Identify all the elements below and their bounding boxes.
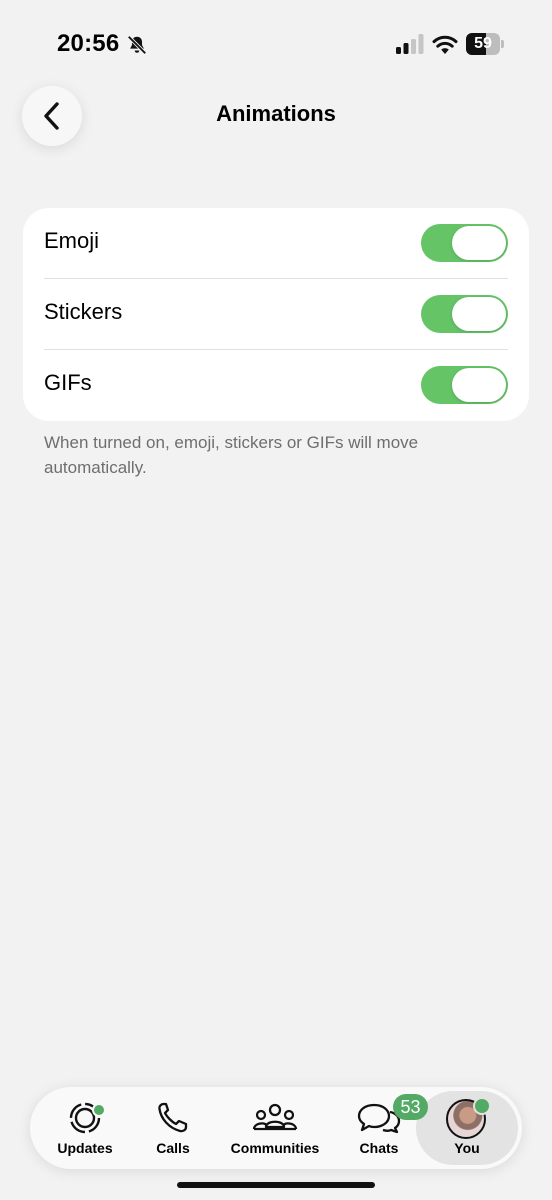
tab-label-communities: Communities [230,1140,320,1156]
gifs-toggle[interactable] [421,366,508,404]
page-title: Animations [216,101,336,126]
avatar-status-dot [473,1097,491,1115]
bell-slash-icon [127,35,147,55]
setting-label-emoji: Emoji [44,228,100,253]
tab-calls[interactable]: Calls [135,1087,211,1169]
tab-communities[interactable]: Communities [225,1087,325,1169]
phone-icon [158,1102,188,1133]
setting-row-emoji: Emoji [23,208,529,279]
tab-label-calls: Calls [156,1140,190,1156]
wifi-icon [432,35,458,54]
emoji-toggle[interactable] [421,224,508,262]
battery-icon: 59 [466,33,504,55]
animations-settings-card: Emoji Stickers GIFs [23,208,529,421]
setting-row-gifs: GIFs [23,350,529,421]
updates-notification-dot [92,1103,106,1117]
home-indicator [177,1182,375,1188]
setting-label-stickers: Stickers [44,299,123,324]
toggle-knob [452,368,506,402]
communities-icon [252,1103,298,1131]
setting-label-gifs: GIFs [44,370,92,395]
tab-label-you: You [454,1140,480,1156]
setting-row-stickers: Stickers [23,279,529,350]
toggle-knob [452,297,506,331]
chats-unread-badge: 53 [393,1094,428,1120]
stickers-toggle[interactable] [421,295,508,333]
status-time: 20:56 [57,30,120,57]
battery-level: 59 [474,35,492,52]
tab-label-updates: Updates [57,1140,113,1156]
animations-footnote: When turned on, emoji, stickers or GIFs … [44,433,419,477]
cellular-signal-icon [396,34,424,54]
tab-updates[interactable]: Updates [40,1087,130,1169]
status-bar: 20:56 59 [0,0,552,90]
tab-label-chats: Chats [359,1140,399,1156]
toggle-knob [452,226,506,260]
